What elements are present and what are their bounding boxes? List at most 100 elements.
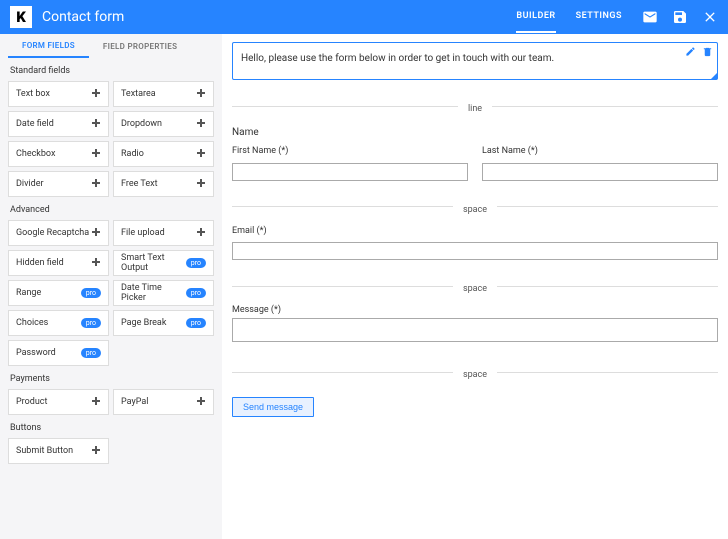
- sidebar-tabs: FORM FIELDS FIELD PROPERTIES: [8, 34, 214, 58]
- plus-icon: [91, 396, 101, 409]
- divider-space-label: space: [453, 205, 497, 215]
- edit-icon[interactable]: [685, 46, 696, 57]
- plus-icon: [196, 88, 206, 101]
- field-item[interactable]: Submit Button: [8, 438, 109, 464]
- intro-text-block[interactable]: Hello, please use the form below in orde…: [232, 42, 718, 80]
- plus-icon: [91, 445, 101, 458]
- form-canvas: Hello, please use the form below in orde…: [222, 34, 728, 539]
- divider-space-3[interactable]: space: [232, 362, 718, 381]
- close-icon[interactable]: [702, 9, 718, 25]
- field-item-label: Checkbox: [16, 149, 55, 159]
- main-layout: FORM FIELDS FIELD PROPERTIES Standard fi…: [0, 34, 728, 539]
- field-item[interactable]: Choices pro: [8, 310, 109, 336]
- tab-form-fields[interactable]: FORM FIELDS: [8, 34, 89, 58]
- pro-badge: pro: [81, 348, 101, 358]
- group-buttons-title: Buttons: [10, 423, 214, 433]
- message-label: Message (*): [232, 305, 718, 315]
- field-item[interactable]: PayPal: [113, 389, 214, 415]
- field-item-label: Free Text: [121, 179, 158, 189]
- group-standard-grid: Text box Textarea Date fieldDropdown Checkb…: [8, 81, 214, 197]
- group-advanced-grid: Google Recaptcha File upload Hidden field S…: [8, 220, 214, 366]
- tab-builder[interactable]: BUILDER: [516, 1, 555, 33]
- email-input[interactable]: [232, 242, 718, 260]
- plus-icon: [91, 118, 101, 131]
- field-item[interactable]: Hidden field: [8, 250, 109, 276]
- plus-icon: [91, 178, 101, 191]
- field-item[interactable]: Checkbox: [8, 141, 109, 167]
- field-item[interactable]: Page Break pro: [113, 310, 214, 336]
- field-item-label: Page Break: [121, 318, 166, 328]
- field-item[interactable]: Radio: [113, 141, 214, 167]
- divider-space-label: space: [453, 284, 497, 294]
- field-item-label: Date Time Picker: [121, 283, 186, 303]
- divider-space-2[interactable]: space: [232, 276, 718, 295]
- field-item[interactable]: Date field: [8, 111, 109, 137]
- field-item[interactable]: Smart Text Outputpro: [113, 250, 214, 276]
- tab-field-properties[interactable]: FIELD PROPERTIES: [89, 34, 191, 58]
- plus-icon: [91, 88, 101, 101]
- last-name-input[interactable]: [482, 163, 718, 181]
- pro-badge: pro: [81, 288, 101, 298]
- send-button[interactable]: Send message: [232, 397, 314, 417]
- divider-line-label: line: [458, 104, 492, 114]
- field-item-label: Google Recaptcha: [16, 228, 89, 238]
- field-item[interactable]: Free Text: [113, 171, 214, 197]
- pro-badge: pro: [81, 318, 101, 328]
- group-advanced-title: Advanced: [10, 205, 214, 215]
- plus-icon: [196, 118, 206, 131]
- field-item[interactable]: Rangepro: [8, 280, 109, 306]
- field-item-label: File upload: [121, 228, 165, 238]
- field-item-label: Hidden field: [16, 258, 64, 268]
- plus-icon: [91, 148, 101, 161]
- delete-icon[interactable]: [702, 46, 713, 57]
- field-item-label: Submit Button: [16, 446, 73, 456]
- first-name-label: First Name (*): [232, 146, 468, 156]
- plus-icon: [196, 178, 206, 191]
- field-item-label: Radio: [121, 149, 144, 159]
- pro-badge: pro: [186, 318, 206, 328]
- field-item-label: Product: [16, 397, 47, 407]
- resize-handle-icon[interactable]: [711, 73, 717, 79]
- plus-icon: [196, 148, 206, 161]
- pro-badge: pro: [186, 288, 206, 298]
- field-item[interactable]: Product: [8, 389, 109, 415]
- intro-tools: [685, 46, 713, 57]
- intro-text: Hello, please use the form below in orde…: [241, 53, 554, 64]
- field-item[interactable]: Divider: [8, 171, 109, 197]
- field-item[interactable]: Google Recaptcha: [8, 220, 109, 246]
- field-item[interactable]: File upload: [113, 220, 214, 246]
- mail-icon[interactable]: [642, 9, 658, 25]
- first-name-input[interactable]: [232, 163, 468, 181]
- field-item[interactable]: Date Time Pickerpro: [113, 280, 214, 306]
- tab-settings[interactable]: SETTINGS: [576, 1, 622, 33]
- message-input[interactable]: [232, 318, 718, 342]
- plus-icon: [196, 396, 206, 409]
- divider-line[interactable]: line: [232, 96, 718, 115]
- app-logo: K: [10, 6, 32, 28]
- header-tabs: BUILDER SETTINGS: [516, 1, 622, 33]
- header-actions: [642, 9, 718, 25]
- field-item-label: Text box: [16, 89, 50, 99]
- field-item-label: Choices: [16, 318, 48, 328]
- sidebar: FORM FIELDS FIELD PROPERTIES Standard fi…: [0, 34, 222, 539]
- save-icon[interactable]: [672, 9, 688, 25]
- field-item-label: Password: [16, 348, 56, 358]
- field-item-label: Textarea: [121, 89, 156, 99]
- group-payments-grid: Product PayPal: [8, 389, 214, 415]
- app-title: Contact form: [42, 9, 516, 25]
- field-item-label: PayPal: [121, 397, 148, 407]
- field-item[interactable]: Dropdown: [113, 111, 214, 137]
- field-item[interactable]: Text box: [8, 81, 109, 107]
- last-name-label: Last Name (*): [482, 146, 718, 156]
- field-item[interactable]: Textarea: [113, 81, 214, 107]
- divider-space-1[interactable]: space: [232, 197, 718, 216]
- divider-space-label: space: [453, 370, 497, 380]
- app-header: K Contact form BUILDER SETTINGS: [0, 0, 728, 34]
- plus-icon: [91, 227, 101, 240]
- pro-badge: pro: [186, 258, 206, 268]
- field-item-label: Divider: [16, 179, 44, 189]
- name-row: First Name (*) Last Name (*): [232, 146, 718, 181]
- group-payments-title: Payments: [10, 374, 214, 384]
- group-buttons-grid: Submit Button: [8, 438, 214, 464]
- field-item[interactable]: Password pro: [8, 340, 109, 366]
